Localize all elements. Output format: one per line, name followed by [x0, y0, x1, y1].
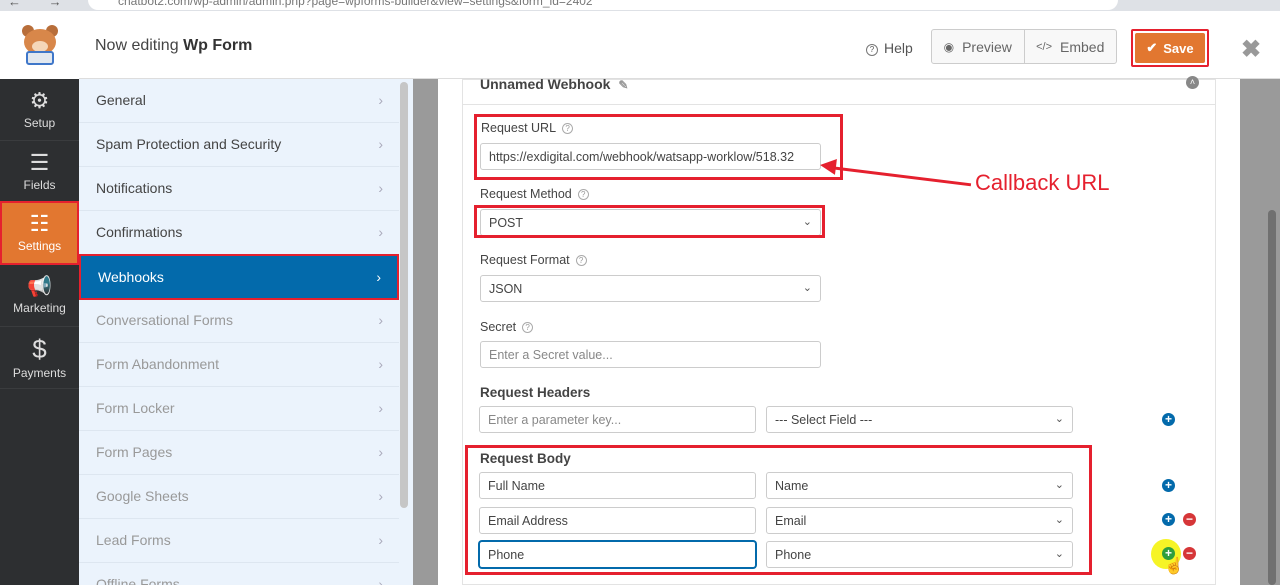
request-method-label: Request Method? — [480, 187, 589, 201]
builder-toolbar: Now editing Wp Form ? Help ◉ Preview </> Em… — [0, 11, 1280, 79]
sidebar-item-label: Payments — [12, 365, 67, 380]
wpforms-logo — [0, 11, 79, 79]
chevron-down-icon: ⌄ — [802, 282, 812, 294]
request-format-select[interactable]: JSON ⌄ — [480, 275, 821, 302]
megaphone-icon: 📢 — [27, 275, 52, 298]
sliders-icon: ☷ — [29, 211, 50, 236]
chevron-right-icon: › — [378, 92, 383, 108]
settings-item-notifications[interactable]: Notifications › — [79, 167, 399, 211]
annotation-box-request-method — [474, 205, 825, 238]
sidebar-item-label: Settings — [17, 239, 62, 253]
chevron-right-icon: › — [378, 576, 383, 585]
bear-mascot-icon — [18, 23, 62, 67]
browser-address-bar[interactable]: chatbot2.com/wp-admin/admin.php?page=wpf… — [88, 0, 1118, 10]
chevron-right-icon: › — [378, 400, 383, 416]
question-icon: ? — [575, 255, 587, 266]
annotation-arrow-head — [819, 157, 837, 175]
settings-item-lead-forms[interactable]: Lead Forms › — [79, 519, 399, 563]
chevron-right-icon: › — [378, 356, 383, 372]
settings-item-spam[interactable]: Spam Protection and Security › — [79, 123, 399, 167]
question-icon: ? — [577, 189, 589, 200]
settings-item-webhooks[interactable]: Webhooks › — [79, 254, 399, 300]
webhook-title[interactable]: Unnamed Webhook ✎ — [480, 76, 628, 92]
dollar-icon: $ — [32, 333, 47, 364]
form-name: Wp Form — [183, 37, 253, 54]
sidebar-item-marketing[interactable]: 📢 Marketing — [0, 265, 79, 327]
settings-item-locker[interactable]: Form Locker › — [79, 387, 399, 431]
sidebar-item-label: Setup — [23, 115, 56, 130]
sidebar-item-settings[interactable]: ☷ Settings — [0, 201, 79, 265]
settings-item-confirmations[interactable]: Confirmations › — [79, 211, 399, 255]
embed-button[interactable]: </> Embed — [1023, 30, 1117, 63]
chevron-right-icon: › — [378, 180, 383, 196]
settings-panel: General › Spam Protection and Security › N… — [79, 79, 413, 585]
check-icon: ✔ — [1146, 40, 1158, 55]
pencil-icon[interactable]: ✎ — [618, 78, 628, 92]
save-highlight-box: ✔ Save — [1131, 29, 1209, 67]
builder-sidebar: ⚙ Setup ☰ Fields ☷ Settings 📢 Marketing … — [0, 79, 79, 585]
settings-item-conversational[interactable]: Conversational Forms › — [79, 299, 399, 343]
secret-label: Secret? — [480, 320, 534, 334]
eye-icon: ◉ — [943, 39, 955, 54]
question-icon: ? — [522, 322, 534, 333]
fields-icon: ☰ — [29, 149, 50, 175]
chevron-right-icon: › — [378, 136, 383, 152]
chevron-down-icon: ⌄ — [1054, 413, 1064, 425]
save-button[interactable]: ✔ Save — [1135, 33, 1205, 63]
page-title: Now editing Wp Form — [95, 37, 253, 54]
add-header-icon[interactable]: + — [1162, 413, 1175, 426]
remove-body-row-icon[interactable]: − — [1183, 547, 1196, 560]
callback-url-callout: Callback URL — [975, 170, 1110, 195]
preview-button[interactable]: ◉ Preview — [932, 30, 1024, 63]
settings-scrollbar[interactable] — [400, 82, 408, 508]
help-button[interactable]: ? Help — [866, 40, 913, 56]
close-icon[interactable]: ✖ — [1241, 35, 1261, 64]
code-icon: </> — [1036, 40, 1053, 53]
remove-body-row-icon[interactable]: − — [1183, 513, 1196, 526]
header-field-select[interactable]: --- Select Field --- ⌄ — [766, 406, 1073, 433]
sidebar-item-label: Marketing — [13, 300, 66, 315]
settings-item-offline-forms[interactable]: Offline Forms › — [79, 563, 399, 585]
chevron-right-icon: › — [378, 224, 383, 240]
sidebar-item-fields[interactable]: ☰ Fields — [0, 141, 79, 203]
chevron-right-icon: › — [378, 532, 383, 548]
request-headers-label: Request Headers — [480, 385, 591, 400]
hand-cursor-icon: ☝ — [1164, 558, 1184, 575]
settings-item-form-pages[interactable]: Form Pages › — [79, 431, 399, 475]
question-icon: ? — [866, 44, 878, 56]
chevron-up-icon[interactable]: ˄ — [1186, 76, 1199, 89]
add-body-row-icon[interactable]: + — [1162, 479, 1175, 492]
chevron-right-icon: › — [378, 444, 383, 460]
header-key-input[interactable]: Enter a parameter key... — [479, 406, 756, 433]
browser-strip: ← → C chatbot2.com/wp-admin/admin.php?pa… — [0, 0, 1280, 11]
settings-item-abandonment[interactable]: Form Abandonment › — [79, 343, 399, 387]
chevron-right-icon: › — [378, 488, 383, 504]
chevron-right-icon: › — [376, 269, 381, 285]
annotation-box-request-body — [465, 445, 1092, 575]
annotation-box-request-url — [474, 114, 843, 180]
sidebar-item-setup[interactable]: ⚙ Setup — [0, 79, 79, 141]
settings-item-general[interactable]: General › — [79, 79, 399, 123]
add-body-row-icon[interactable]: + — [1162, 513, 1175, 526]
preview-embed-group: ◉ Preview </> Embed — [931, 29, 1117, 64]
main-scrollbar[interactable] — [1268, 210, 1276, 585]
secret-input[interactable]: Enter a Secret value... — [480, 341, 821, 368]
sidebar-item-label: Fields — [23, 177, 56, 192]
sidebar-item-payments[interactable]: $ Payments — [0, 327, 79, 389]
settings-item-google-sheets[interactable]: Google Sheets › — [79, 475, 399, 519]
chevron-right-icon: › — [378, 312, 383, 328]
request-format-label: Request Format? — [480, 253, 587, 267]
gear-icon: ⚙ — [29, 87, 50, 113]
